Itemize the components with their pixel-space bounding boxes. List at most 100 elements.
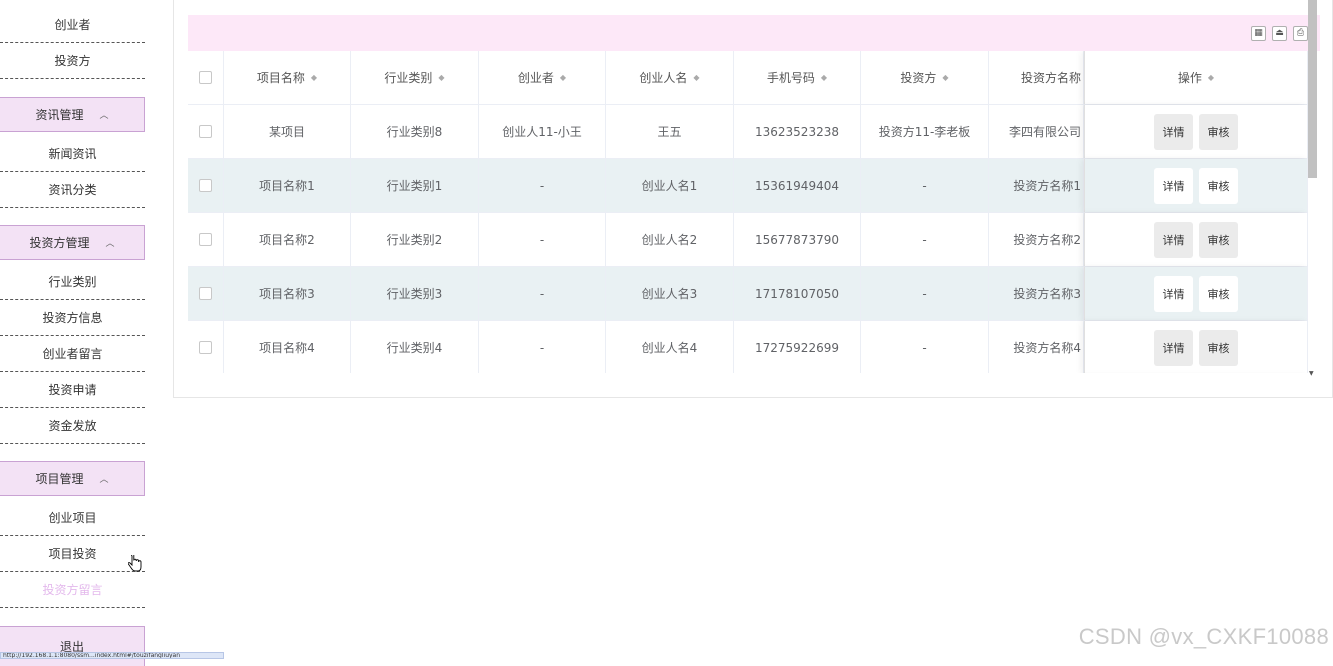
table-cell: 创业人11-小王: [479, 105, 606, 158]
table-cell: 项目名称2: [224, 213, 351, 266]
sidebar-item-investor[interactable]: 投资方: [0, 43, 145, 79]
logout-button[interactable]: 退出: [0, 626, 145, 666]
table-cell: 17275922699: [734, 321, 861, 373]
table-cell: 王五: [606, 105, 734, 158]
table-row: 项目名称1 行业类别1 - 创业人名1 15361949404 - 投资方名称1…: [188, 159, 1308, 213]
column-header[interactable]: 项目名称 ◆: [224, 51, 351, 104]
table-cell: -: [479, 213, 606, 266]
sidebar-item-label: 创业者: [54, 18, 91, 32]
sort-icon[interactable]: ◆: [438, 73, 444, 82]
table-cell: 创业人名3: [606, 267, 734, 320]
table-cell: 投资方名称4: [989, 321, 1084, 373]
table-cell: 投资方11-李老板: [861, 105, 989, 158]
detail-button[interactable]: 详情: [1154, 167, 1193, 204]
table-cell: -: [861, 159, 989, 212]
column-header[interactable]: 操作 ◆: [1084, 51, 1308, 104]
chevron-up-icon: ︿: [99, 475, 109, 485]
vertical-scrollbar[interactable]: [1308, 0, 1317, 178]
sidebar-item-news-category[interactable]: 资讯分类: [0, 172, 145, 208]
sidebar-item-startup-project[interactable]: 创业项目: [0, 500, 145, 536]
sidebar-item-label: 投资方信息: [42, 311, 103, 325]
scroll-down-arrow-icon[interactable]: ▼: [1309, 370, 1314, 377]
sidebar-group-label: 资讯管理: [35, 108, 84, 122]
sidebar-item-investment-application[interactable]: 投资申请: [0, 372, 145, 408]
table-panel: ▦ ⏏ ⎙ 项目名称 ◆ 行业类别 ◆ 创业者 ◆ 创业人名 ◆ 手机号码 ◆ 投资方 ◆ …: [173, 0, 1333, 398]
sidebar-item-entrepreneur[interactable]: 创业者: [0, 7, 145, 43]
sort-icon[interactable]: ◆: [1208, 73, 1214, 82]
sidebar-item-entrepreneur-message[interactable]: 创业者留言: [0, 336, 145, 372]
sidebar-group-project-mgmt[interactable]: 项目管理 ︿: [0, 461, 145, 496]
table-cell: -: [861, 321, 989, 373]
table-cell: 创业人名2: [606, 213, 734, 266]
table-cell: 13623523238: [734, 105, 861, 158]
review-button[interactable]: 审核: [1199, 113, 1238, 150]
export-icon[interactable]: ⏏: [1272, 26, 1287, 41]
table-row: 项目名称4 行业类别4 - 创业人名4 17275922699 - 投资方名称4…: [188, 321, 1308, 373]
table-cell: 投资方名称2: [989, 213, 1084, 266]
sidebar-group-label: 投资方管理: [29, 236, 90, 250]
hand-cursor-icon: [128, 555, 142, 572]
sidebar-item-label: 投资方: [54, 54, 91, 68]
sidebar-item-fund-release[interactable]: 资金发放: [0, 408, 145, 444]
sidebar-group-news[interactable]: 资讯管理 ︿: [0, 97, 145, 132]
detail-button[interactable]: 详情: [1154, 275, 1193, 312]
row-checkbox[interactable]: [199, 125, 212, 138]
table-cell: 行业类别4: [351, 321, 479, 373]
sort-icon[interactable]: ◆: [821, 73, 827, 82]
row-checkbox[interactable]: [199, 233, 212, 246]
browser-status-url: http://192.168.1.1:8080/ssm...index.html…: [0, 652, 224, 659]
sidebar-item-label: 创业者留言: [42, 347, 103, 361]
table-cell: 项目名称3: [224, 267, 351, 320]
column-header[interactable]: 投资方名称: [989, 51, 1084, 104]
row-checkbox[interactable]: [199, 341, 212, 354]
sort-icon[interactable]: ◆: [693, 73, 699, 82]
table-cell: -: [479, 267, 606, 320]
sidebar-item-label: 创业项目: [48, 511, 97, 525]
table-cell: 项目名称1: [224, 159, 351, 212]
sidebar-group-investor-mgmt[interactable]: 投资方管理 ︿: [0, 225, 145, 260]
table-cell: 行业类别2: [351, 213, 479, 266]
detail-button[interactable]: 详情: [1154, 113, 1193, 150]
sidebar-item-industry-category[interactable]: 行业类别: [0, 264, 145, 300]
sidebar-item-label: 投资申请: [48, 383, 97, 397]
review-button[interactable]: 审核: [1199, 275, 1238, 312]
print-icon[interactable]: ⎙: [1293, 26, 1308, 41]
select-all-checkbox[interactable]: [199, 71, 212, 84]
review-button[interactable]: 审核: [1199, 167, 1238, 204]
table-cell: 项目名称4: [224, 321, 351, 373]
sidebar-item-project-investment[interactable]: 项目投资: [0, 536, 145, 572]
sort-icon[interactable]: ◆: [311, 73, 317, 82]
sidebar: 创业者 投资方 资讯管理 ︿ 新闻资讯 资讯分类 投资方管理 ︿ 行业类别 投资…: [0, 0, 145, 666]
chevron-up-icon: ︿: [99, 111, 109, 121]
sort-icon[interactable]: ◆: [942, 73, 948, 82]
table-row: 项目名称3 行业类别3 - 创业人名3 17178107050 - 投资方名称3…: [188, 267, 1308, 321]
row-checkbox[interactable]: [199, 287, 212, 300]
column-header[interactable]: 手机号码 ◆: [734, 51, 861, 104]
table-cell: 投资方名称3: [989, 267, 1084, 320]
column-header[interactable]: 行业类别 ◆: [351, 51, 479, 104]
detail-button[interactable]: 详情: [1154, 329, 1193, 366]
sidebar-item-investor-info[interactable]: 投资方信息: [0, 300, 145, 336]
column-header[interactable]: 创业人名 ◆: [606, 51, 734, 104]
table-cell: 行业类别1: [351, 159, 479, 212]
row-checkbox[interactable]: [199, 179, 212, 192]
detail-button[interactable]: 详情: [1154, 221, 1193, 258]
table-cell: 投资方名称1: [989, 159, 1084, 212]
sidebar-item-label: 投资方留言: [42, 583, 103, 597]
table-cell: 创业人名1: [606, 159, 734, 212]
table-cell: 17178107050: [734, 267, 861, 320]
data-table: 项目名称 ◆ 行业类别 ◆ 创业者 ◆ 创业人名 ◆ 手机号码 ◆ 投资方 ◆ 投资方名称 …: [188, 51, 1308, 373]
grid-icon[interactable]: ▦: [1251, 26, 1266, 41]
table-cell: 创业人名4: [606, 321, 734, 373]
watermark: CSDN @vx_CXKF10088: [1078, 624, 1329, 649]
review-button[interactable]: 审核: [1199, 329, 1238, 366]
sidebar-item-investor-message[interactable]: 投资方留言: [0, 572, 145, 608]
column-header[interactable]: 创业者 ◆: [479, 51, 606, 104]
sidebar-item-label: 项目投资: [48, 547, 97, 561]
review-button[interactable]: 审核: [1199, 221, 1238, 258]
table-cell: 某项目: [224, 105, 351, 158]
column-header[interactable]: 投资方 ◆: [861, 51, 989, 104]
table-cell: -: [479, 159, 606, 212]
sidebar-item-news[interactable]: 新闻资讯: [0, 136, 145, 172]
sort-icon[interactable]: ◆: [560, 73, 566, 82]
